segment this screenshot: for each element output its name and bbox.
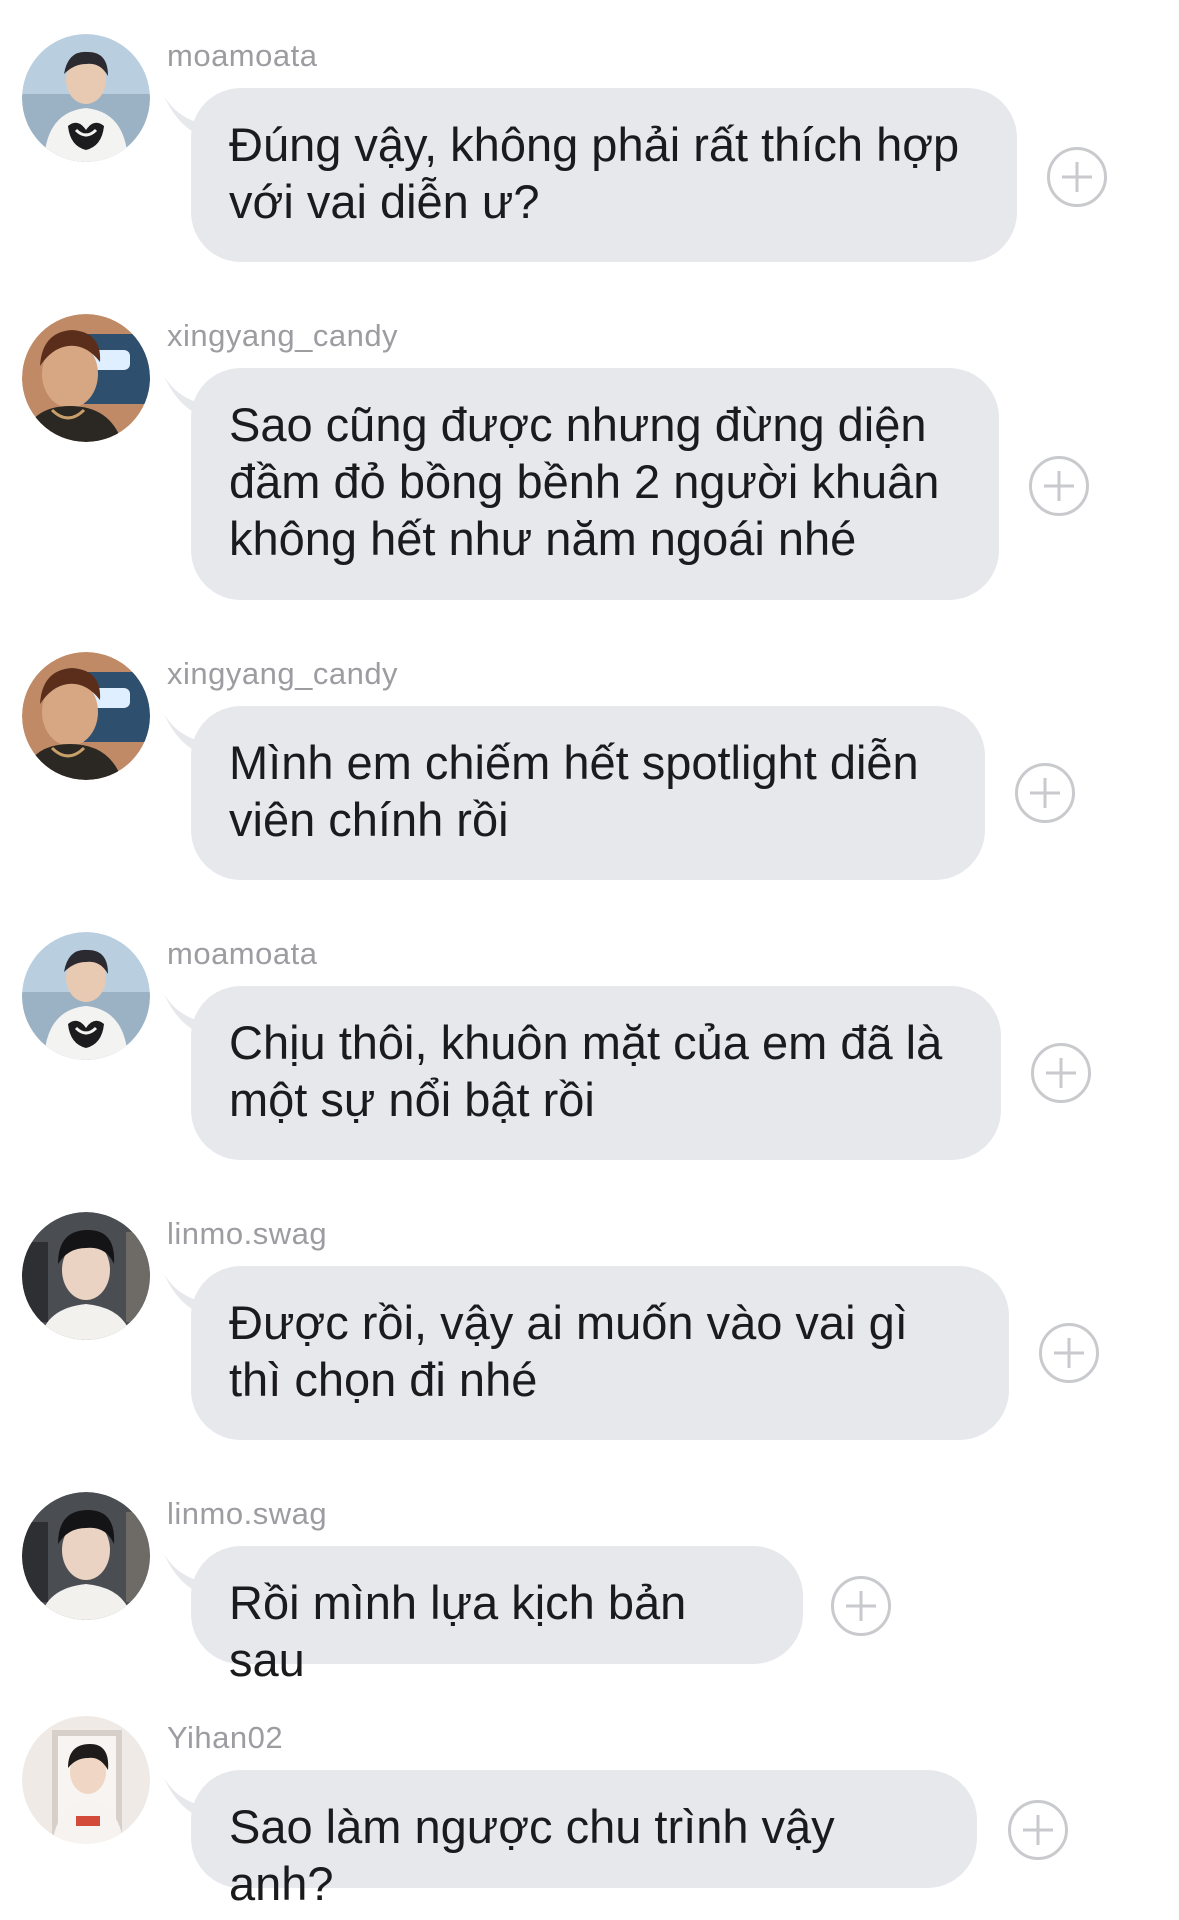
- avatar-yihan[interactable]: [22, 1716, 150, 1844]
- avatar-xingyang[interactable]: [22, 652, 150, 780]
- avatar-moamoata[interactable]: [22, 34, 150, 162]
- add-reaction-plus-icon[interactable]: [1039, 1323, 1099, 1383]
- avatar-linmo[interactable]: [22, 1212, 150, 1340]
- message-bubble[interactable]: Rồi mình lựa kịch bản sau: [191, 1546, 803, 1686]
- add-reaction-plus-icon[interactable]: [1015, 763, 1075, 823]
- add-reaction-plus-icon[interactable]: [1031, 1043, 1091, 1103]
- username[interactable]: moamoata: [167, 38, 317, 74]
- message-bubble[interactable]: Mình em chiếm hết spotlight diễn viên ch…: [191, 706, 985, 880]
- username[interactable]: Yihan02: [167, 1720, 283, 1756]
- message-bubble[interactable]: Đúng vậy, không phải rất thích hợp với v…: [191, 88, 1017, 262]
- message-bubble[interactable]: Sao làm ngược chu trình vậy anh?: [191, 1770, 977, 1910]
- add-reaction-plus-icon[interactable]: [1047, 147, 1107, 207]
- add-reaction-plus-icon[interactable]: [1029, 456, 1089, 516]
- username[interactable]: xingyang_candy: [167, 656, 398, 692]
- username[interactable]: linmo.swag: [167, 1496, 327, 1532]
- add-reaction-plus-icon[interactable]: [831, 1576, 891, 1636]
- message-bubble[interactable]: Sao cũng được nhưng đừng diện đầm đỏ bồn…: [191, 368, 999, 600]
- message-bubble[interactable]: Chịu thôi, khuôn mặt của em đã là một sự…: [191, 986, 1001, 1160]
- username[interactable]: xingyang_candy: [167, 318, 398, 354]
- message-bubble[interactable]: Được rồi, vậy ai muốn vào vai gì thì chọ…: [191, 1266, 1009, 1440]
- avatar-linmo[interactable]: [22, 1492, 150, 1620]
- username[interactable]: moamoata: [167, 936, 317, 972]
- add-reaction-plus-icon[interactable]: [1008, 1800, 1068, 1860]
- username[interactable]: linmo.swag: [167, 1216, 327, 1252]
- avatar-xingyang[interactable]: [22, 314, 150, 442]
- avatar-moamoata[interactable]: [22, 932, 150, 1060]
